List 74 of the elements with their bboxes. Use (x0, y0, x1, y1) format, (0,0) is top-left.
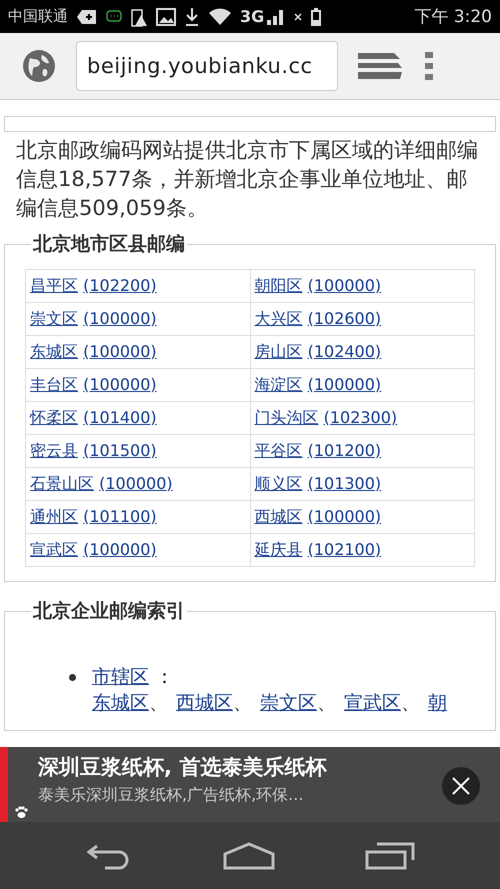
intro-text: 北京邮政编码网站提供北京市下属区域的详细邮编信息18,577条，并新增北京企事业单位地址、邮编信息509,059条。 (16, 137, 479, 222)
district-link[interactable]: 昌平区 (30, 276, 78, 294)
district-link[interactable]: 大兴区 (254, 308, 302, 328)
district-link[interactable]: 平谷区 (254, 440, 302, 460)
district-link[interactable]: 西城区 (254, 506, 302, 526)
download-icon (184, 6, 200, 26)
district-link[interactable]: 朝阳区 (254, 276, 302, 294)
message-icon (106, 8, 122, 24)
postcode-link[interactable]: (100000) (308, 506, 382, 526)
tabs-icon[interactable] (358, 51, 404, 81)
menu-icon[interactable] (424, 51, 434, 81)
postcode-link[interactable]: (100000) (83, 374, 157, 394)
postcode-link[interactable]: (102600) (308, 308, 382, 328)
ad-banner[interactable]: 深圳豆浆纸杯, 首选泰美乐纸杯 泰美乐深圳豆浆纸杯,广告纸杯,环保... (0, 747, 500, 822)
separator-text: 、 (233, 692, 252, 714)
district-link[interactable]: 东城区 (30, 342, 78, 360)
district-link[interactable]: 丰台区 (30, 374, 78, 394)
postcode-link[interactable]: (101500) (83, 440, 157, 460)
postcode-link[interactable]: (102100) (308, 540, 382, 558)
district-link[interactable]: 海淀区 (254, 374, 302, 394)
group-link[interactable]: 市辖区 (92, 666, 149, 688)
wifi-icon (208, 8, 232, 26)
battery-warning-icon (130, 6, 148, 26)
postcode-link[interactable]: (102200) (83, 276, 157, 294)
postcode-link[interactable]: (100000) (308, 374, 382, 394)
home-icon[interactable] (223, 842, 275, 870)
battery-icon (310, 6, 322, 26)
district-link[interactable]: 宣武区 (344, 692, 401, 714)
district-link[interactable]: 房山区 (254, 342, 302, 360)
district-link[interactable]: 通州区 (30, 506, 78, 526)
postcode-link[interactable]: (100000) (99, 474, 173, 492)
separator-text: 、 (317, 692, 336, 714)
district-link[interactable]: 怀柔区 (30, 408, 78, 426)
postcode-link[interactable]: (100000) (83, 342, 157, 360)
postcode-link[interactable]: (101100) (83, 506, 157, 526)
district-link[interactable]: 宣武区 (30, 540, 78, 558)
separator-text: 、 (401, 692, 420, 714)
district-link[interactable]: 密云县 (30, 440, 78, 460)
district-link[interactable]: 崇文区 (260, 692, 317, 714)
close-button[interactable] (442, 767, 480, 805)
ad-title: 深圳豆浆纸杯, 首选泰美乐纸杯 (38, 754, 328, 781)
postcode-link[interactable]: (100000) (83, 308, 157, 328)
separator-text: 、 (149, 692, 168, 714)
address-field[interactable]: beijing.youbianku.cc (76, 41, 338, 91)
colon-text: ： (155, 666, 174, 688)
paw-icon (14, 806, 28, 818)
district-link[interactable]: 东城区 (92, 692, 149, 714)
panel-title: 北京企业邮编索引 (32, 599, 186, 624)
district-link[interactable]: 西城区 (176, 692, 233, 714)
add-notification-icon (76, 8, 98, 26)
postcode-link[interactable]: (100000) (308, 276, 382, 294)
image-icon (156, 8, 176, 26)
postcode-link[interactable]: (101200) (308, 440, 382, 460)
postcode-link[interactable]: (102400) (308, 342, 382, 360)
ad-subtitle: 泰美乐深圳豆浆纸杯,广告纸杯,环保... (38, 785, 304, 806)
postcode-link[interactable]: (101300) (308, 474, 382, 492)
postcode-link[interactable]: (100000) (83, 540, 157, 558)
close-icon (451, 776, 471, 796)
district-link[interactable]: 朝 (428, 692, 447, 714)
panel-title: 北京地市区县邮编 (32, 232, 186, 257)
postcode-link[interactable]: (101400) (83, 408, 157, 426)
district-link[interactable]: 门头沟区 (254, 408, 318, 426)
network-type: 3G (240, 7, 264, 26)
district-link[interactable]: 崇文区 (30, 308, 78, 328)
postcode-link[interactable]: (102300) (324, 408, 398, 426)
sim-cross-icon (294, 12, 302, 20)
district-link[interactable]: 延庆县 (254, 540, 302, 558)
carrier-name: 中国联通 (8, 7, 68, 26)
bullet-icon (69, 674, 76, 681)
globe-icon[interactable] (22, 49, 56, 83)
recent-apps-icon[interactable] (365, 842, 415, 870)
district-link[interactable]: 顺义区 (254, 474, 302, 492)
district-link[interactable]: 石景山区 (30, 474, 94, 492)
clock: 下午 3:20 (414, 6, 492, 28)
